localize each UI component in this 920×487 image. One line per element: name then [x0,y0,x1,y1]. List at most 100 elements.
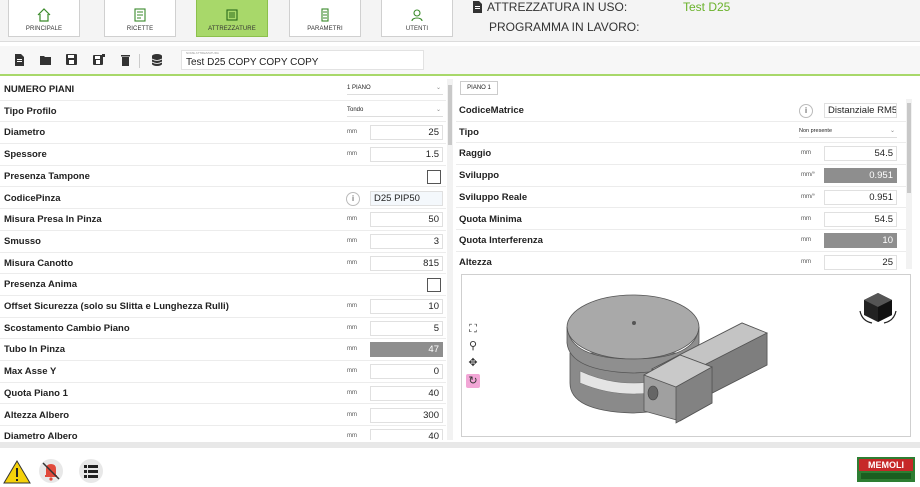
param-unit: mm [801,215,811,222]
alarm-muted-icon[interactable] [38,458,64,484]
param-unit: mm [347,368,357,375]
param-label: Max Asse Y [4,366,57,378]
param-label: Sviluppo Reale [459,191,528,203]
warning-icon[interactable] [3,460,31,484]
left-scrollbar[interactable] [447,79,453,440]
scostamento-input[interactable]: 5 [370,320,443,336]
top-navigation-bar: PRINCIPALE RICETTE ATTREZZATURE PARAMETR… [0,0,920,42]
param-unit: mm [801,150,811,157]
tooling-in-use: ATTREZZATURA IN USO: [472,0,627,14]
param-unit: mm [347,151,357,158]
param-row-spessore: Spessore mm 1.5 [0,144,446,166]
right-scrollbar[interactable] [906,99,912,269]
nav-label: ATTREZZATURE [208,26,256,32]
chevron-down-icon: ⌄ [435,106,441,113]
param-unit: mm [347,346,357,353]
list-menu-icon[interactable] [78,458,104,484]
param-label: Smusso [4,235,41,247]
tooling-icon [226,9,238,21]
rotate-icon[interactable]: ↻ [466,374,480,388]
quota-interferenza-value: 10 [824,233,897,249]
file-toolbar [0,46,920,76]
spessore-input[interactable]: 1.5 [370,147,443,163]
nav-button-ricette[interactable]: RICETTE [104,0,176,37]
users-icon [411,9,423,22]
nav-label: PARAMETRI [307,26,343,32]
offset-sicurezza-input[interactable]: 10 [370,299,443,314]
chevron-down-icon: ⌄ [889,127,895,134]
save-icon[interactable] [66,54,78,66]
altezza-input[interactable]: 25 [824,254,897,270]
tooling-name-input[interactable] [186,57,416,68]
tooling-in-use-label: ATTREZZATURA IN USO: [487,0,628,14]
piano-row-sviluppo-reale: Sviluppo Reale mm/° 0.951 [456,187,908,209]
altezza-albero-input[interactable]: 300 [370,407,443,423]
misura-canotto-input[interactable]: 815 [370,255,443,271]
view-cube-icon[interactable] [858,291,898,325]
chevron-down-icon: ⌄ [435,85,441,91]
zoom-icon[interactable]: ⚲ [466,339,480,353]
nav-button-principale[interactable]: PRINCIPALE [8,0,80,37]
nav-label: RICETTE [126,26,154,32]
param-label: Altezza [459,256,492,268]
param-row-misura-presa: Misura Presa In Pinza mm 50 [0,209,446,231]
numero-piani-dropdown[interactable]: 1 PIANO ⌄ [347,85,443,95]
database-icon[interactable] [151,54,163,66]
fit-view-icon[interactable]: ⛶ [466,322,480,336]
smusso-input[interactable]: 3 [370,233,443,249]
tipo-profilo-dropdown[interactable]: Tondo ⌄ [347,107,443,117]
presenza-tampone-checkbox[interactable] [427,169,441,184]
tool-3d-model [566,294,768,424]
nav-button-utenti[interactable]: UTENTI [381,0,453,37]
param-label: Scostamento Cambio Piano [4,322,130,334]
piano-row-tipo: Tipo Non presente ⌄ [456,122,908,144]
pan-icon[interactable]: ✥ [466,356,480,370]
piano-row-sviluppo: Sviluppo mm/° 0.951 [456,165,908,187]
param-label: CodiceMatrice [459,105,524,116]
param-label: Presenza Tampone [4,170,90,182]
param-unit: mm [347,433,357,440]
param-row-quota-piano: Quota Piano 1 mm 40 [0,383,446,405]
param-row-presenza-tampone: Presenza Tampone [0,166,446,188]
param-row-presenza-anima: Presenza Anima [0,274,446,296]
misura-presa-input[interactable]: 50 [370,212,443,228]
dropdown-value: Non presente [799,127,833,134]
save-as-icon[interactable] [93,54,105,66]
codice-matrice-field[interactable]: Distanziale RM54 [824,103,897,118]
tooling-name-caption: NOME ATTREZZATURA [186,51,219,55]
param-unit: mm [347,237,357,244]
diametro-albero-input[interactable]: 40 [370,429,443,440]
scrollbar-thumb[interactable] [448,85,452,145]
toolbar-divider [139,54,140,68]
nav-button-attrezzature[interactable]: ATTREZZATURE [196,0,268,37]
info-icon[interactable]: i [346,191,360,206]
sviluppo-reale-input[interactable]: 0.951 [824,189,897,205]
piano-row-codice-matrice: CodiceMatrice i Distanziale RM54 [456,100,908,122]
tab-piano-1[interactable]: PIANO 1 [460,81,498,95]
tipo-dropdown[interactable]: Non presente ⌄ [799,128,897,138]
quota-piano-input[interactable]: 40 [370,385,443,401]
max-asse-y-input[interactable]: 0 [370,364,443,380]
presenza-anima-checkbox[interactable] [427,278,441,293]
nav-button-parametri[interactable]: PARAMETRI [289,0,361,37]
tooling-name-field[interactable]: NOME ATTREZZATURA [181,50,424,70]
info-icon[interactable]: i [799,104,813,118]
param-unit: mm/° [801,193,816,200]
3d-viewer[interactable]: ⛶ ⚲ ✥ ↻ [461,274,911,437]
delete-icon[interactable] [120,54,132,66]
codice-pinza-field[interactable]: D25 PIP50 [370,190,443,206]
memoli-logo: MEMOLI [857,457,915,482]
open-folder-icon[interactable] [40,54,52,66]
param-row-tubo-in-pinza: Tubo In Pinza mm 47 [0,339,446,362]
diametro-input[interactable]: 25 [370,125,443,141]
quota-minima-input[interactable]: 54.5 [824,211,897,227]
nav-label: UTENTI [405,26,429,32]
raggio-input[interactable]: 54.5 [824,146,897,162]
param-label: Misura Presa In Pinza [4,214,102,226]
new-file-icon[interactable] [13,54,25,66]
param-label: Altezza Albero [4,409,70,421]
program-in-progress-label: PROGRAMMA IN LAVORO: [489,20,640,34]
scrollbar-thumb[interactable] [907,103,911,193]
param-row-numero-piani: NUMERO PIANI 1 PIANO ⌄ [0,79,446,101]
param-row-tipo-profilo: Tipo Profilo Tondo ⌄ [0,101,446,123]
